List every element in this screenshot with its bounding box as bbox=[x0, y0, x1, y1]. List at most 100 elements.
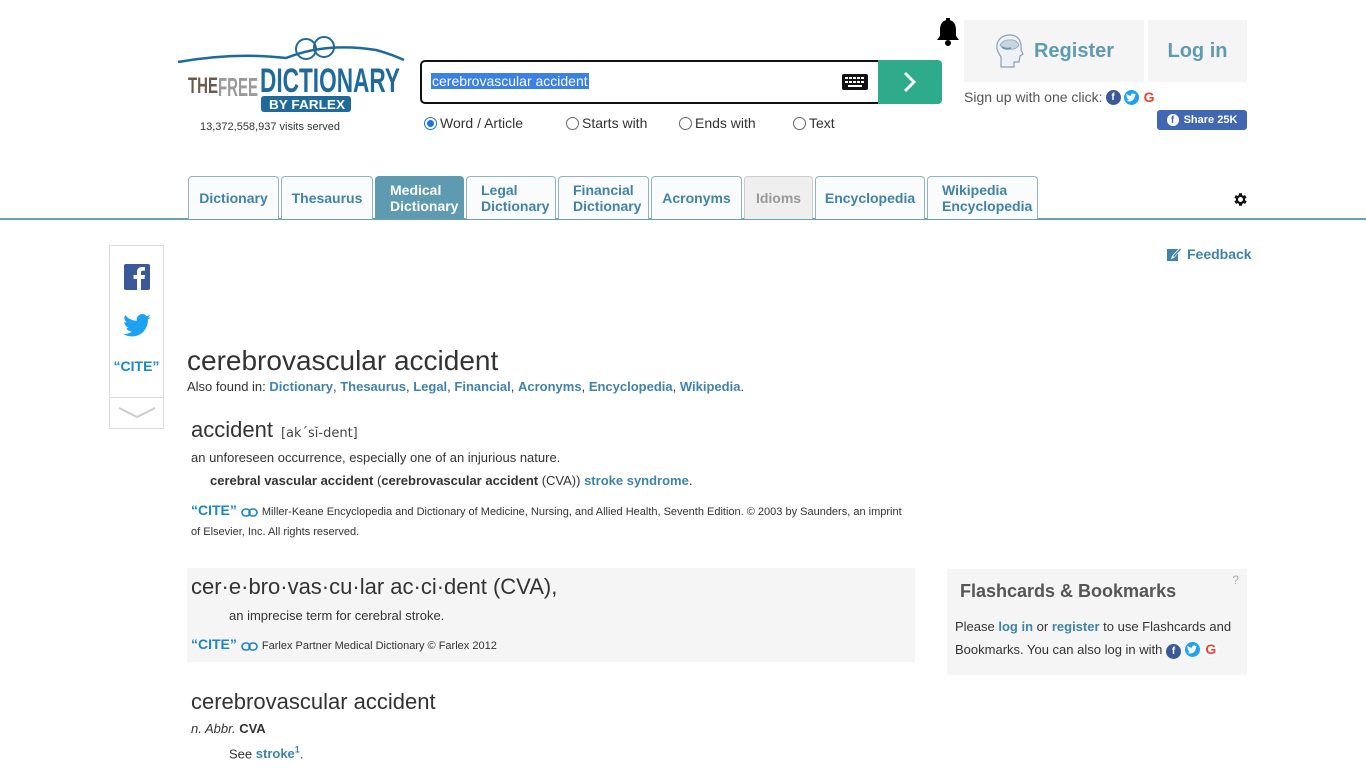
logo-dictionary: DICTIONARY bbox=[260, 62, 400, 100]
register-button[interactable]: Register bbox=[964, 20, 1144, 82]
radio-starts-with[interactable]: Starts with bbox=[566, 115, 679, 131]
radio-dot[interactable] bbox=[566, 116, 579, 130]
link-icon[interactable] bbox=[241, 641, 258, 651]
tab-medical-dictionary[interactable]: Medical Dictionary bbox=[375, 176, 464, 219]
facebook-icon[interactable] bbox=[124, 264, 150, 290]
facebook-icon[interactable]: f bbox=[1166, 644, 1182, 659]
signup-text: Sign up with one click: bbox=[964, 89, 1103, 105]
search-field[interactable]: cerebrovascular accident bbox=[420, 60, 880, 104]
also-found-link[interactable]: Encyclopedia bbox=[589, 379, 673, 394]
google-icon[interactable]: G bbox=[1203, 641, 1219, 657]
tab-dictionary[interactable]: Dictionary bbox=[188, 176, 279, 219]
radio-dot[interactable] bbox=[424, 116, 437, 130]
tab-acronyms[interactable]: Acronyms bbox=[651, 176, 742, 219]
tab-label: Financial Dictionary bbox=[573, 182, 642, 214]
headword: accident bbox=[191, 417, 273, 442]
link-icon[interactable] bbox=[241, 507, 258, 517]
citation-source: Miller-Keane Encyclopedia and Dictionary… bbox=[191, 506, 902, 538]
search-button[interactable] bbox=[878, 60, 942, 104]
google-icon[interactable]: G bbox=[1141, 89, 1157, 105]
flashcards-register-link[interactable]: register bbox=[1052, 619, 1100, 634]
tab-label: Dictionary bbox=[199, 190, 268, 206]
help-icon[interactable]: ? bbox=[1232, 573, 1239, 587]
tab-legal-dictionary[interactable]: Legal Dictionary bbox=[466, 176, 556, 219]
radio-label: Starts with bbox=[582, 115, 648, 131]
search-input[interactable]: cerebrovascular accident bbox=[431, 73, 589, 89]
tab-encyclopedia[interactable]: Encyclopedia bbox=[815, 176, 925, 219]
tab-label: Idioms bbox=[755, 190, 802, 206]
also-found-link[interactable]: Wikipedia bbox=[680, 379, 741, 394]
brain-head-icon bbox=[996, 34, 1024, 68]
logo-the: THE bbox=[188, 73, 218, 98]
feedback-label: Feedback bbox=[1187, 246, 1252, 262]
logo-free: FREE bbox=[218, 72, 258, 102]
signup-row: Sign up with one click: f G bbox=[964, 89, 1157, 105]
logo-by-farlex: BY FARLEX bbox=[269, 97, 345, 112]
page-title: cerebrovascular accident bbox=[187, 345, 499, 376]
gear-icon[interactable] bbox=[1232, 191, 1249, 213]
facebook-icon: f bbox=[1166, 114, 1179, 126]
stroke-syndrome-link[interactable]: stroke syndrome bbox=[584, 473, 689, 488]
sub-term: cerebral vascular accident bbox=[210, 473, 374, 488]
tab-financial-dictionary[interactable]: Financial Dictionary bbox=[558, 176, 649, 219]
tab-wikipedia-encyclopedia[interactable]: Wikipedia Encyclopedia bbox=[927, 176, 1038, 219]
tab-label: Acronyms bbox=[662, 190, 731, 206]
facebook-icon[interactable]: f bbox=[1105, 89, 1121, 105]
share-sidebar: “CITE” bbox=[109, 245, 164, 429]
flashcards-login-link[interactable]: log in bbox=[998, 619, 1033, 634]
flashcards-panel: Flashcards & Bookmarks ? Please log in o… bbox=[947, 569, 1247, 675]
facebook-share-button[interactable]: f Share 25K bbox=[1157, 110, 1247, 130]
also-found-link[interactable]: Financial bbox=[454, 379, 510, 394]
tab-label: Legal Dictionary bbox=[481, 182, 550, 214]
twitter-icon[interactable] bbox=[1184, 642, 1200, 657]
login-label: Log in bbox=[1167, 39, 1228, 62]
radio-dot[interactable] bbox=[793, 116, 806, 130]
site-logo[interactable]: THE FREE DICTIONARY BY FARLEX bbox=[176, 36, 406, 116]
chevron-right-icon bbox=[903, 71, 917, 93]
tab-label: Wikipedia Encyclopedia bbox=[942, 182, 1033, 214]
flashcards-text: Please log in or register to use Flashca… bbox=[955, 619, 1232, 659]
radio-dot[interactable] bbox=[679, 116, 692, 130]
entry-definition: an imprecise term for cerebral stroke. bbox=[229, 608, 445, 623]
citation-source: Farlex Partner Medical Dictionary © Farl… bbox=[261, 640, 497, 652]
radio-word-article[interactable]: Word / Article bbox=[424, 115, 566, 131]
radio-text[interactable]: Text bbox=[793, 115, 835, 131]
entry-headword: cerebrovascular accident bbox=[191, 689, 436, 714]
also-found-link[interactable]: Legal bbox=[413, 379, 447, 394]
pronunciation: [ak´sĭ-dent] bbox=[280, 426, 358, 441]
entry-definition: an unforeseen occurrence, especially one… bbox=[191, 450, 561, 465]
tab-thesaurus[interactable]: Thesaurus bbox=[281, 176, 373, 219]
entry-subdefinition: cerebral vascular accident (cerebrovascu… bbox=[210, 473, 693, 488]
radio-label: Text bbox=[809, 115, 835, 131]
cite-button[interactable]: “CITE” bbox=[110, 358, 163, 374]
feedback-icon bbox=[1167, 247, 1182, 261]
tab-idioms[interactable]: Idioms bbox=[744, 176, 813, 219]
also-found-in: Also found in: Dictionary, Thesaurus, Le… bbox=[187, 379, 745, 394]
twitter-icon[interactable] bbox=[123, 314, 151, 342]
twitter-icon[interactable] bbox=[1123, 89, 1139, 105]
radio-label: Word / Article bbox=[440, 115, 523, 131]
also-found-link[interactable]: Acronyms bbox=[518, 379, 582, 394]
also-found-label: Also found in: bbox=[187, 379, 266, 394]
bell-icon[interactable] bbox=[935, 18, 961, 53]
also-found-link[interactable]: Thesaurus bbox=[340, 379, 406, 394]
register-label: Register bbox=[1033, 39, 1115, 62]
feedback-link[interactable]: Feedback bbox=[1166, 246, 1252, 262]
entry-see-also: See stroke1. bbox=[229, 745, 304, 762]
keyboard-icon[interactable] bbox=[842, 74, 868, 90]
cite-button[interactable]: “CITE” bbox=[191, 636, 237, 652]
chevron-down-icon[interactable] bbox=[118, 406, 156, 425]
cite-button[interactable]: “CITE” bbox=[191, 502, 237, 518]
login-button[interactable]: Log in bbox=[1148, 20, 1247, 82]
radio-ends-with[interactable]: Ends with bbox=[679, 115, 793, 131]
also-found-link[interactable]: Dictionary bbox=[269, 379, 333, 394]
abbreviation: CVA bbox=[239, 721, 266, 736]
search-mode-group: Word / Article Starts with Ends with Tex… bbox=[424, 115, 835, 131]
tab-label: Thesaurus bbox=[291, 190, 363, 206]
entry-citation: “CITE” Miller-Keane Encyclopedia and Dict… bbox=[191, 500, 911, 542]
flashcards-title: Flashcards & Bookmarks bbox=[960, 581, 1177, 601]
sidebar-divider bbox=[110, 397, 163, 398]
radio-label: Ends with bbox=[695, 115, 756, 131]
stroke-link[interactable]: stroke1 bbox=[256, 745, 300, 761]
tab-label: Encyclopedia bbox=[824, 190, 916, 206]
